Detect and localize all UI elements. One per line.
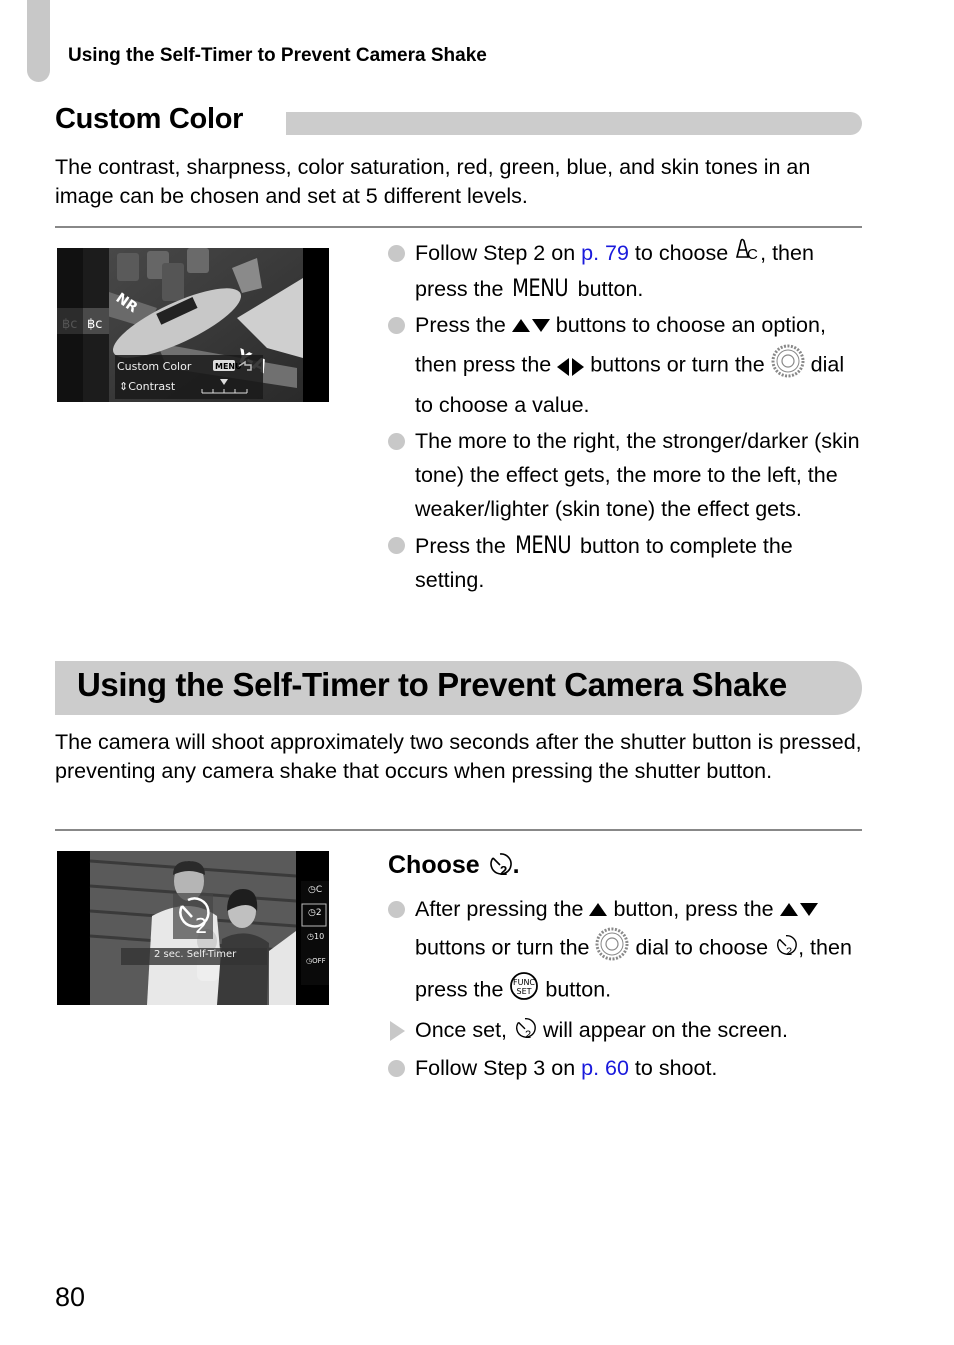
- airplane-photo: Y-A NR ฿c ฿c MENU: [57, 248, 329, 402]
- bullet-icon: [388, 317, 405, 335]
- left-right-buttons-icon: [557, 349, 585, 383]
- custom-color-steps: Follow Step 2 on p. 79 to choose C, then…: [388, 236, 868, 599]
- svg-text:2: 2: [500, 863, 507, 876]
- custom-color-intro: The contrast, sharpness, color saturatio…: [55, 155, 811, 208]
- custom-color-icon: C: [734, 237, 760, 271]
- screen-caption: 2 sec. Self-Timer: [154, 949, 237, 960]
- heading-bar: [286, 112, 862, 135]
- control-dial-icon: [771, 344, 805, 388]
- up-down-buttons-icon: [511, 310, 550, 344]
- up-down-buttons-icon: [779, 893, 818, 927]
- up-button-icon: [589, 893, 608, 927]
- step-item: Press the buttons to choose an option, t…: [388, 308, 868, 421]
- svg-text:2: 2: [786, 946, 792, 956]
- screen-menu-label: Custom Color: [117, 360, 192, 373]
- self-timer-2s-icon: 2: [513, 1015, 537, 1049]
- control-dial-icon: [595, 927, 629, 971]
- screen-option-label: ⇕Contrast: [119, 380, 176, 393]
- family-photo: 2: [57, 851, 329, 1005]
- timer-option-10: ◷10: [307, 932, 325, 941]
- divider: [55, 829, 862, 831]
- svg-text:SET: SET: [517, 987, 532, 996]
- svg-text:MENU: MENU: [215, 362, 242, 371]
- page-link-60[interactable]: p. 60: [581, 1056, 629, 1080]
- section-heading-self-timer: Using the Self-Timer to Prevent Camera S…: [77, 666, 787, 703]
- bullet-icon: [388, 536, 405, 554]
- up-down-icon: ⇕: [119, 380, 129, 393]
- svg-text:2: 2: [525, 1029, 531, 1039]
- section-heading-bar: Using the Self-Timer to Prevent Camera S…: [55, 661, 862, 715]
- step-title: Choose 2.: [388, 850, 520, 883]
- svg-text:C: C: [747, 246, 758, 261]
- step-item: Follow Step 3 on p. 60 to shoot.: [388, 1051, 868, 1085]
- self-timer-steps: After pressing the button, press the but…: [388, 892, 868, 1087]
- self-timer-intro: The camera will shoot approximately two …: [55, 730, 862, 783]
- bullet-icon: [388, 901, 405, 918]
- svg-text:FUNC: FUNC: [513, 978, 535, 987]
- page-number: 80: [55, 1282, 86, 1312]
- bullet-icon: [388, 245, 405, 262]
- menu-key-label: MENU: [512, 274, 569, 303]
- running-head: Using the Self-Timer to Prevent Camera S…: [68, 45, 487, 66]
- chapter-tab: [27, 0, 50, 82]
- step-item: After pressing the button, press the but…: [388, 892, 868, 1011]
- custom-color-screenshot: Y-A NR ฿c ฿c MENU Custom Color ⇕Contrast: [57, 248, 329, 402]
- timer-option-c: ◷C: [308, 885, 323, 895]
- func-set-button-icon: FUNC SET: [509, 971, 539, 1011]
- step-result-item: Once set, 2 will appear on the screen.: [388, 1013, 868, 1048]
- svg-text:2: 2: [195, 914, 208, 938]
- custom-color-off-icon: ฿c: [62, 317, 77, 332]
- section-heading-custom-color: Custom Color: [55, 103, 244, 135]
- step-item: The more to the right, the stronger/dark…: [388, 424, 868, 526]
- timer-option-2: ◷2: [308, 908, 322, 918]
- menu-key-label: MENU: [514, 530, 571, 559]
- result-arrow-icon: [390, 1021, 405, 1042]
- custom-color-icon: ฿c: [87, 317, 102, 332]
- self-timer-screenshot: 2 2 sec. Self-Timer ◷C ◷2 ◷10 ◷OFF: [57, 851, 329, 1005]
- step-item: Follow Step 2 on p. 79 to choose C, then…: [388, 236, 868, 306]
- step-item: Press the MENU button to complete the se…: [388, 528, 868, 597]
- bullet-icon: [388, 432, 405, 450]
- self-timer-2s-icon: 2: [774, 932, 798, 966]
- divider: [55, 226, 862, 228]
- page-link-79[interactable]: p. 79: [581, 241, 629, 265]
- timer-option-off: ◷OFF: [306, 957, 326, 965]
- self-timer-2s-icon: 2: [487, 850, 513, 883]
- bullet-icon: [388, 1059, 405, 1077]
